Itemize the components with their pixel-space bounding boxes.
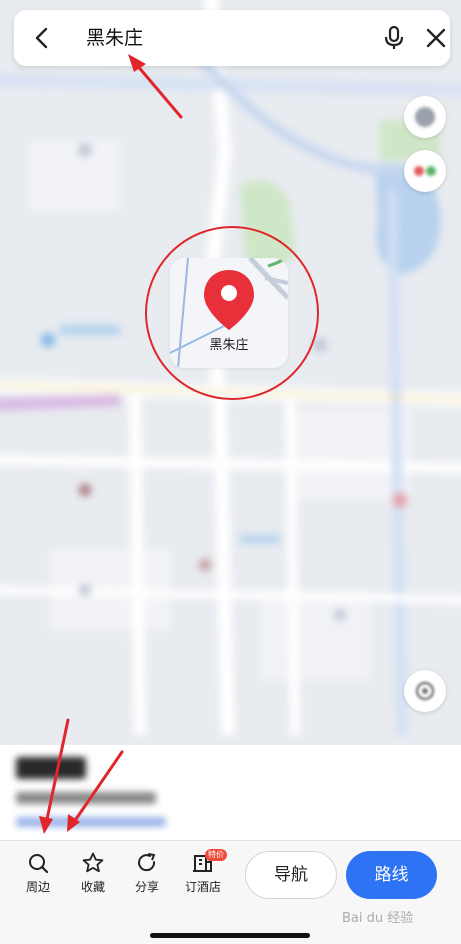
place-info-panel[interactable] bbox=[0, 745, 461, 840]
location-marker-card[interactable]: 黑朱庄 bbox=[170, 258, 288, 368]
share-icon bbox=[138, 853, 156, 872]
nearby-button[interactable]: 周边 bbox=[13, 851, 63, 895]
navigate-button[interactable]: 导航 bbox=[245, 851, 337, 899]
share-button[interactable]: 分享 bbox=[122, 851, 172, 895]
nearby-label: 周边 bbox=[25, 880, 50, 894]
place-title bbox=[16, 757, 86, 779]
layers-icon bbox=[415, 107, 435, 127]
discount-badge: 特价 bbox=[205, 849, 227, 861]
location-pin-icon bbox=[204, 270, 254, 330]
back-arrow-icon[interactable] bbox=[28, 24, 56, 52]
marker-label: 黑朱庄 bbox=[209, 338, 249, 353]
traffic-button[interactable] bbox=[404, 150, 446, 192]
traffic-icon bbox=[414, 166, 436, 176]
search-bar: 黑朱庄 bbox=[14, 10, 450, 66]
book-hotel-button[interactable]: 特价 订酒店 bbox=[178, 849, 228, 895]
bottom-action-bar: 周边 收藏 分享 特价 订酒店 导航 路线 Bai du 经验 bbox=[0, 840, 461, 944]
layers-button[interactable] bbox=[404, 96, 446, 138]
microphone-icon[interactable] bbox=[380, 24, 408, 52]
search-icon bbox=[29, 854, 49, 874]
locate-icon bbox=[415, 681, 435, 701]
place-link[interactable] bbox=[16, 817, 166, 827]
book-hotel-label: 订酒店 bbox=[184, 880, 221, 894]
favorite-label: 收藏 bbox=[80, 880, 105, 894]
locate-button[interactable] bbox=[404, 670, 446, 712]
route-button[interactable]: 路线 bbox=[346, 851, 437, 899]
close-icon[interactable] bbox=[422, 24, 450, 52]
share-label: 分享 bbox=[134, 880, 159, 894]
favorite-button[interactable]: 收藏 bbox=[68, 851, 118, 895]
place-address bbox=[16, 792, 156, 804]
search-query[interactable]: 黑朱庄 bbox=[86, 26, 143, 50]
watermark: Bai du 经验 bbox=[342, 911, 414, 926]
star-icon bbox=[82, 852, 104, 873]
home-indicator[interactable] bbox=[150, 933, 310, 938]
